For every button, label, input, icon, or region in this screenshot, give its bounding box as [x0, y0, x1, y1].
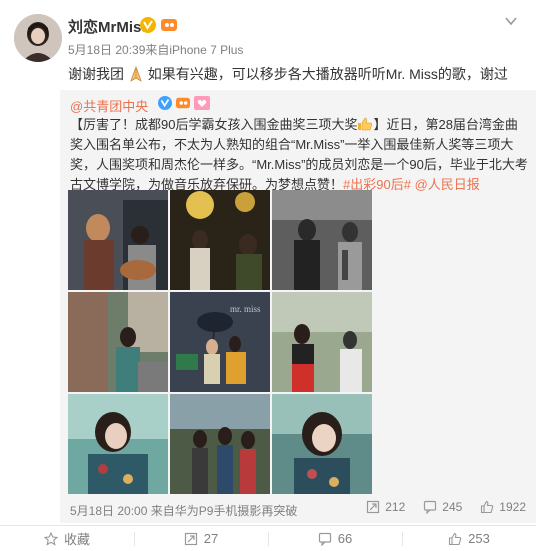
like-icon: [449, 532, 462, 545]
star-icon: [43, 531, 58, 546]
quoted-body-main: 【厉害了！成都90后学霸女孩入围金曲奖三项大奖: [70, 117, 358, 132]
like-button[interactable]: 253: [402, 526, 536, 551]
quoted-like-count: 1922: [499, 500, 526, 514]
quoted-footer: 5月18日 20:00 来自华为P9手机摄影再突破: [70, 504, 298, 518]
quoted-actions: 212 245 1922: [366, 500, 526, 514]
post-text-after: 如果有兴趣，可以移步各大播放器听听Mr. Miss的歌，谢过: [147, 66, 508, 82]
mention-link[interactable]: @人民日报: [415, 177, 480, 192]
like-icon: [481, 500, 494, 514]
repost-icon: [367, 500, 380, 514]
comment-button[interactable]: 66: [268, 526, 402, 551]
photo-6[interactable]: [272, 292, 372, 392]
photo-2[interactable]: [170, 190, 270, 290]
repost-button[interactable]: 27: [134, 526, 268, 551]
post-text: 谢谢我团 如果有兴趣，可以移步各大播放器听听Mr. Miss的歌，谢过: [68, 64, 508, 84]
verified-blue-icon: [158, 96, 172, 110]
comment-count: 66: [337, 531, 353, 546]
weibo-post: 刘恋MrMiss 5月18日 20:39来自iPhone 7 Plus 谢谢我团…: [0, 0, 536, 551]
photo-5[interactable]: mr. miss: [170, 292, 270, 392]
username[interactable]: 刘恋MrMiss: [68, 16, 150, 37]
repost-icon: [184, 532, 197, 545]
comment-icon: [318, 532, 331, 546]
quoted-post[interactable]: @共青团中央 【厉害了！成都90后学霸女孩入围金曲奖三项大奖 】近日，第28届台…: [60, 90, 536, 523]
post-text-before: 谢谢我团: [68, 66, 124, 82]
photo-overlay-text: mr. miss: [230, 304, 261, 314]
quoted-repost-count: 212: [385, 500, 406, 514]
quoted-repost-button[interactable]: 212: [366, 500, 405, 514]
quoted-body: 【厉害了！成都90后学霸女孩入围金曲奖三项大奖 】近日，第28届台湾金曲奖入围名…: [70, 115, 530, 195]
heart-badge-icon: [194, 96, 210, 110]
quoted-author-badges: [158, 96, 210, 110]
quoted-comment-count: 245: [442, 500, 463, 514]
vip-badge-icon: [176, 97, 190, 109]
quoted-like-button[interactable]: 1922: [480, 500, 526, 514]
photo-7[interactable]: [68, 394, 168, 494]
comment-icon: [424, 500, 437, 514]
photo-1[interactable]: [68, 190, 168, 290]
avatar[interactable]: [14, 14, 62, 62]
thumbs-up-icon: [358, 117, 373, 131]
pray-icon: [130, 66, 142, 82]
photo-9[interactable]: [272, 394, 372, 494]
photo-8[interactable]: [170, 394, 270, 494]
repost-count: 27: [203, 531, 219, 546]
favorite-label: 收藏: [63, 532, 90, 547]
photo-4[interactable]: [68, 292, 168, 392]
quoted-author[interactable]: @共青团中央: [70, 96, 148, 115]
photo-3[interactable]: [272, 190, 372, 290]
post-meta: 5月18日 20:39来自iPhone 7 Plus: [68, 43, 244, 57]
vip-badge-icon: [161, 19, 177, 31]
like-count: 253: [468, 531, 490, 546]
favorite-button[interactable]: 收藏: [0, 526, 134, 551]
chevron-down-icon[interactable]: [504, 14, 518, 28]
verified-icon: [140, 17, 156, 33]
quoted-comment-button[interactable]: 245: [423, 500, 462, 514]
bottom-action-bar: 收藏 27 66 253: [0, 525, 536, 551]
